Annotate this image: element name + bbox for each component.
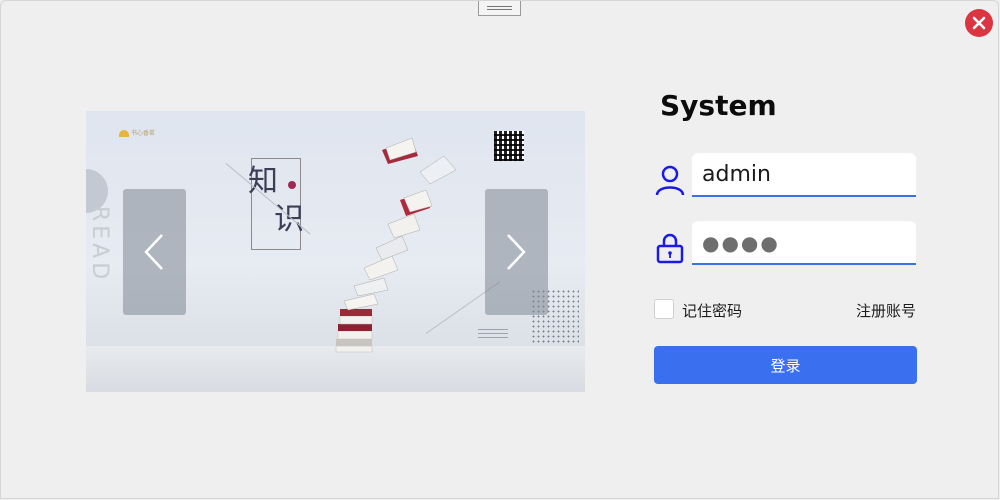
user-icon: [655, 165, 685, 196]
banner-side-text: READ: [87, 206, 112, 284]
remember-password-label[interactable]: 记住密码: [682, 300, 742, 321]
login-button[interactable]: 登录: [654, 346, 917, 384]
brand-logo: 书心香茗: [119, 130, 155, 137]
login-window: 书心香茗 READ 知 识 System admin ●●●● 记住密码 注册账…: [0, 0, 999, 499]
image-carousel: 书心香茗 READ 知 识: [86, 111, 585, 392]
username-input[interactable]: [692, 153, 916, 197]
close-button[interactable]: [965, 9, 993, 37]
lock-icon: [656, 233, 684, 264]
chevron-right-icon: [507, 234, 526, 270]
close-icon: [972, 16, 986, 30]
chevron-left-icon: [144, 234, 163, 270]
books-illustration: [335, 137, 457, 353]
carousel-next-button[interactable]: [485, 189, 548, 315]
register-account-link[interactable]: 注册账号: [856, 300, 916, 321]
drag-handle-icon[interactable]: [478, 1, 521, 16]
decor-dot: [288, 181, 296, 189]
remember-password-checkbox[interactable]: [654, 299, 674, 319]
password-input[interactable]: [692, 221, 916, 265]
qr-code-icon: [494, 131, 524, 161]
carousel-prev-button[interactable]: [123, 189, 186, 315]
decor-waves: [478, 328, 508, 338]
app-title: System: [660, 89, 777, 122]
